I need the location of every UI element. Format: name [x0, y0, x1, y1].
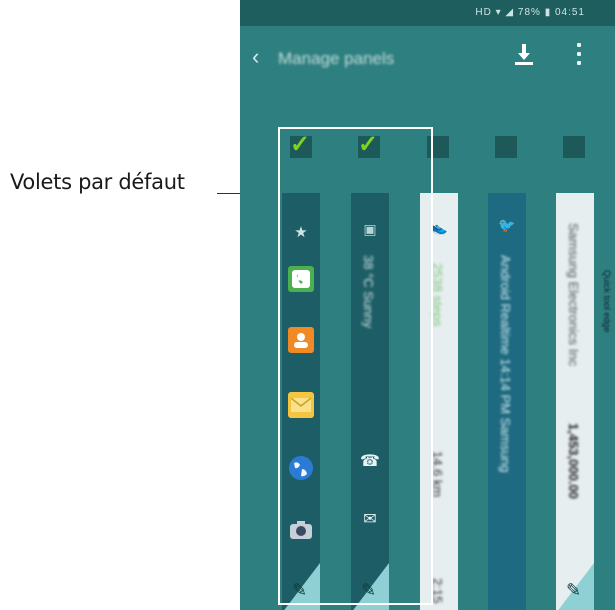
page-title: Manage panels	[278, 49, 395, 68]
panel-5-company-text: Samsung Electronics Inc	[566, 223, 581, 367]
twitter-bird-icon: 🐦	[498, 217, 516, 233]
callout-label: Volets par défaut	[10, 170, 185, 194]
edge-label: Quick tool edge	[602, 270, 612, 333]
default-panels-highlight	[278, 127, 433, 605]
status-bar-text: HD ▾ ◢ 78% ▮ 04:51	[475, 7, 585, 18]
phone-screen: HD ▾ ◢ 78% ▮ 04:51 ‹ Manage panels ✓ ✓ ★	[240, 0, 615, 610]
panel-4-feed-text: Android Realtime 14:14 PM Samsung	[498, 255, 513, 473]
back-icon[interactable]: ‹	[252, 44, 259, 70]
status-bar: HD ▾ ◢ 78% ▮ 04:51	[240, 0, 615, 26]
edit-pencil-icon[interactable]: ✎	[566, 580, 581, 601]
panel-5-value-text: 1,453,000.00	[566, 423, 581, 499]
panel-5-checkbox[interactable]	[563, 136, 585, 158]
app-bar: ‹ Manage panels	[240, 26, 615, 90]
more-options-icon[interactable]	[577, 43, 581, 70]
panel-twitter[interactable]: 🐦 Android Realtime 14:14 PM Samsung	[488, 193, 526, 610]
download-icon[interactable]	[514, 42, 534, 66]
panel-4-checkbox[interactable]	[495, 136, 517, 158]
panel-stocks[interactable]: Samsung Electronics Inc 1,453,000.00 ✎	[556, 193, 594, 610]
